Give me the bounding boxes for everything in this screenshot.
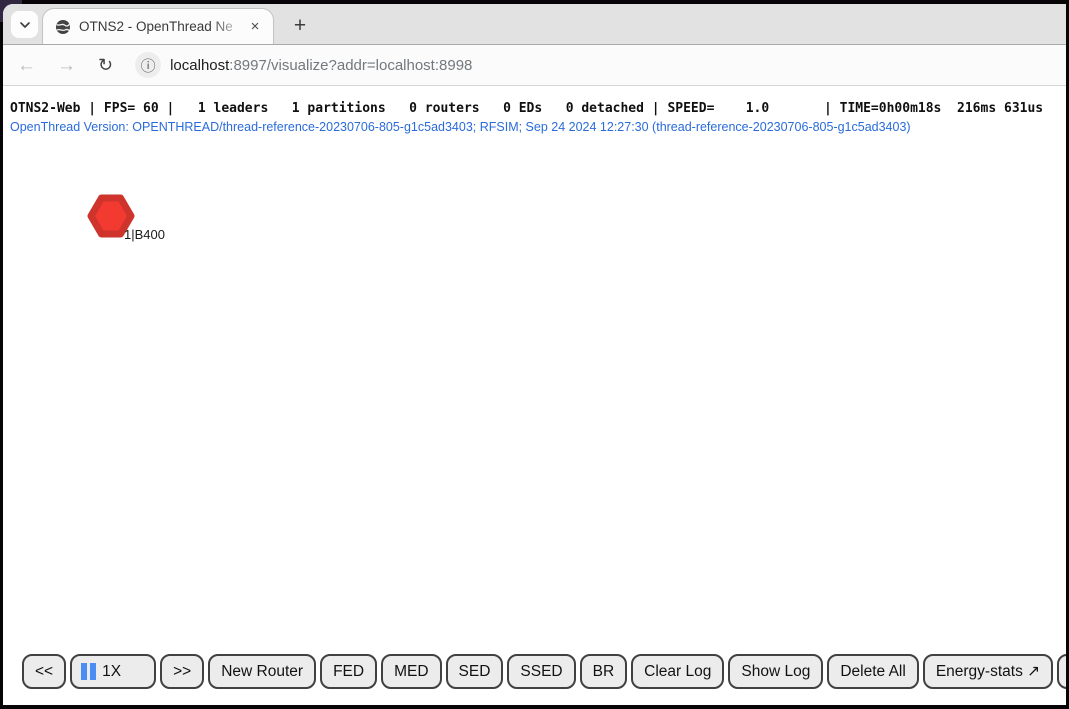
new-tab-button[interactable]: + [286, 12, 314, 40]
info-icon: ⓘ [141, 55, 156, 76]
button-label: Clear Log [644, 663, 711, 681]
pause-speed-button[interactable]: 1X [70, 654, 156, 689]
address-bar: ← → ↻ ⓘ localhost:8997/visualize?addr=lo… [3, 45, 1066, 86]
clear-log-button[interactable]: Clear Log [631, 654, 724, 689]
button-label: New Router [221, 663, 303, 681]
button-label: FED [333, 663, 364, 681]
button-label: << [35, 663, 53, 681]
button-label: Show Log [741, 663, 810, 681]
reload-icon[interactable]: ↻ [98, 56, 113, 74]
new-fed-button[interactable]: FED [320, 654, 377, 689]
button-label: 1X [102, 663, 121, 681]
globe-favicon-icon [55, 19, 71, 35]
simulation-status-line: OTNS2-Web | FPS= 60 | 1 leaders 1 partit… [10, 101, 1043, 116]
button-label: MED [394, 663, 428, 681]
forward-arrow-icon[interactable]: → [57, 56, 76, 75]
energy-stats-button[interactable]: Energy-stats ↗ [923, 654, 1053, 689]
screen: OTNS2 - OpenThread Ne × + ← → ↻ ⓘ localh… [0, 0, 1069, 709]
url-host: localhost [170, 57, 229, 74]
tab-close-icon[interactable]: × [245, 17, 265, 37]
new-br-button[interactable]: BR [580, 654, 628, 689]
tab-list-dropdown-button[interactable] [11, 11, 38, 38]
tab-title-fade [211, 19, 245, 34]
step-forward-button[interactable]: >> [160, 654, 204, 689]
tab-title: OTNS2 - OpenThread Ne [79, 19, 245, 34]
tab-strip: OTNS2 - OpenThread Ne × + [3, 4, 1066, 45]
step-back-button[interactable]: << [22, 654, 66, 689]
browser-window: OTNS2 - OpenThread Ne × + ← → ↻ ⓘ localh… [3, 4, 1066, 705]
show-log-button[interactable]: Show Log [728, 654, 823, 689]
button-label: BR [593, 663, 615, 681]
button-label: Energy-stats ↗ [936, 662, 1040, 681]
url-input[interactable]: localhost:8997/visualize?addr=localhost:… [170, 57, 472, 74]
chevron-down-icon [19, 21, 31, 29]
button-label: >> [173, 663, 191, 681]
back-arrow-icon[interactable]: ← [17, 56, 36, 75]
new-med-button[interactable]: MED [381, 654, 441, 689]
otns-canvas: OTNS2-Web | FPS= 60 | 1 leaders 1 partit… [3, 86, 1066, 705]
new-router-button[interactable]: New Router [208, 654, 316, 689]
browser-tab[interactable]: OTNS2 - OpenThread Ne × [42, 8, 274, 44]
pause-icon [81, 663, 96, 680]
openthread-version-link[interactable]: OpenThread Version: OPENTHREAD/thread-re… [10, 120, 911, 134]
new-sed-button[interactable]: SED [446, 654, 504, 689]
node-label: 1|B400 [124, 227, 165, 242]
delete-all-button[interactable]: Delete All [827, 654, 918, 689]
url-path: :8997/visualize?addr=localhost:8998 [229, 57, 472, 74]
button-label: Delete All [840, 663, 905, 681]
site-info-button[interactable]: ⓘ [135, 52, 161, 78]
button-label: SED [459, 663, 491, 681]
button-label: SSED [520, 663, 562, 681]
new-ssed-button[interactable]: SSED [507, 654, 575, 689]
bottom-toolbar: << 1X >> New Router FED MED SED SSED BR … [22, 654, 1066, 689]
node-stats-button[interactable]: Node-stats ↗ [1057, 654, 1066, 689]
